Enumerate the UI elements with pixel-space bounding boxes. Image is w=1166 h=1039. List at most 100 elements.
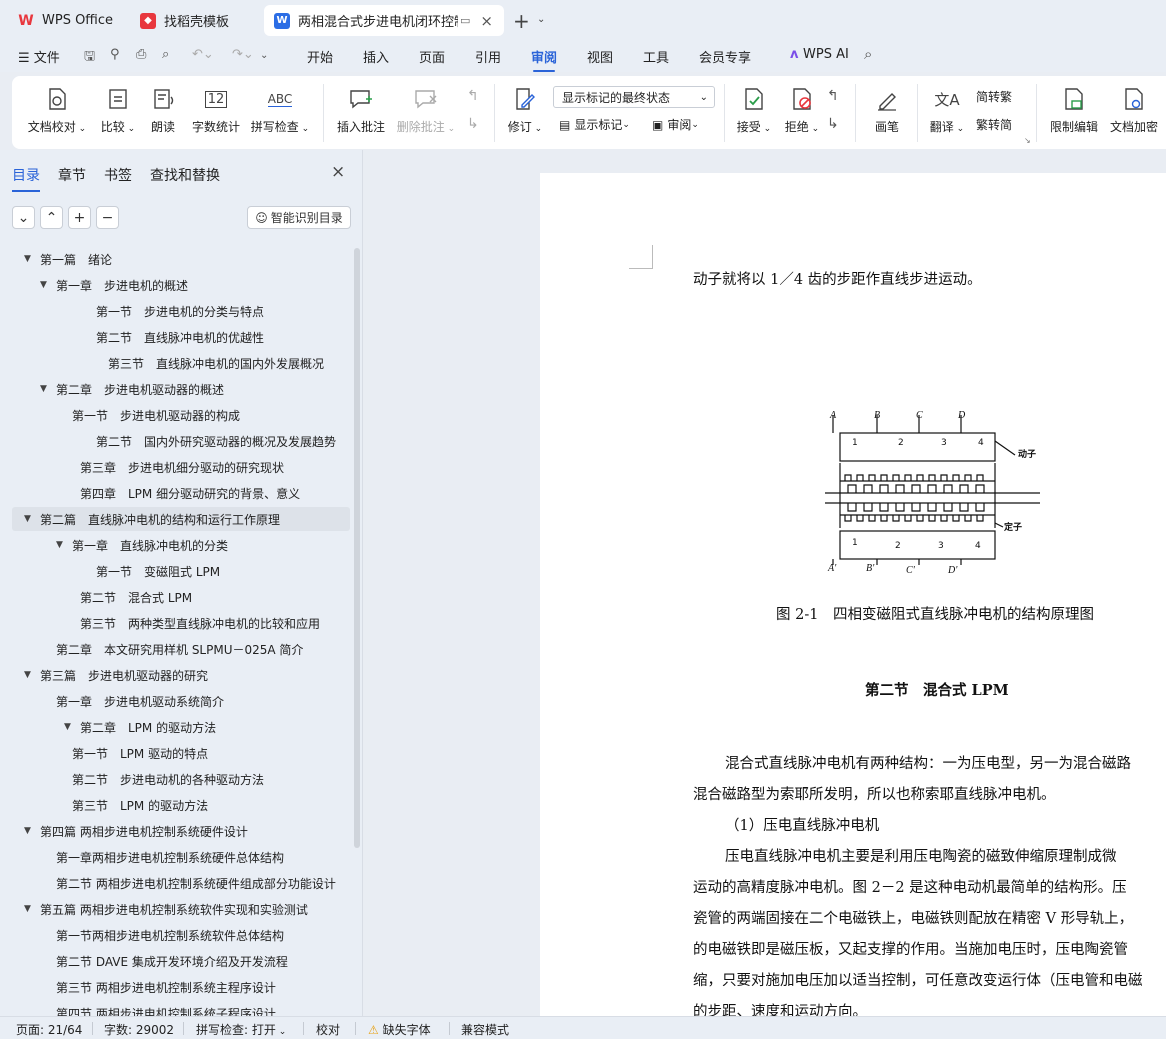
quick-access-chevron-icon[interactable]: ⌄ (260, 50, 268, 61)
toc-item[interactable]: 第一章两相步进电机控制系统硬件总体结构 (12, 845, 350, 869)
smart-toc-button[interactable]: ☺ 智能识别目录 (247, 206, 351, 229)
encrypt-document-button[interactable]: 文档加密 (1106, 76, 1162, 149)
toc-item[interactable]: 第三节 直线脉冲电机的国内外发展概况 (12, 351, 350, 375)
expand-arrow-icon[interactable]: ▼ (56, 540, 68, 550)
toc-item[interactable]: ▼ 第一章 直线脉冲电机的分类 (12, 533, 350, 557)
show-markup-button[interactable]: ▤ 显示标记 ⌄ (559, 116, 630, 133)
tab-wps-office[interactable]: W WPS Office (8, 5, 124, 36)
insert-comment-button[interactable]: 插入批注 (335, 76, 387, 149)
menu-membership[interactable]: 会员专享 (699, 47, 751, 66)
menu-insert[interactable]: 插入 (363, 47, 389, 66)
restrict-editing-button[interactable]: 限制编辑 (1046, 76, 1102, 149)
tab-current-document[interactable]: W 两相混合式步进电机闭环控制 ▭ × (264, 5, 504, 36)
toc-item[interactable]: 第二章 本文研究用样机 SLPMU－025A 简介 (12, 637, 350, 661)
expand-arrow-icon[interactable]: ▼ (24, 670, 36, 680)
toc-item[interactable]: ▼ 第二篇 直线脉冲电机的结构和运行工作原理 (12, 507, 350, 531)
expand-arrow-icon[interactable]: ▼ (40, 280, 52, 290)
toc-item[interactable]: 第三章 步进电机细分驱动的研究现状 (12, 455, 350, 479)
toc-item[interactable]: 第一节 步进电机的分类与特点 (12, 299, 350, 323)
print-icon[interactable]: ⎙ (136, 47, 146, 62)
menu-file[interactable]: ☰ 文件 (18, 47, 60, 66)
markup-state-select[interactable]: 显示标记的最终状态 ⌄ (553, 86, 715, 108)
tab-list-chevron-icon[interactable]: ⌄ (537, 14, 545, 25)
sidebar-scrollbar[interactable] (354, 248, 360, 848)
reject-button[interactable]: 拒绝 ⌄ (782, 76, 822, 149)
prev-comment-icon[interactable]: ↰ (467, 88, 479, 104)
collapse-down-button[interactable]: ⌄ (12, 206, 35, 229)
toc-item[interactable]: 第二节 直线脉冲电机的优越性 (12, 325, 350, 349)
remove-heading-button[interactable]: − (96, 206, 119, 229)
prev-change-icon[interactable]: ↰ (827, 88, 839, 104)
missing-font-status[interactable]: ⚠ 缺失字体 (368, 1021, 431, 1038)
word-count-status[interactable]: 字数: 29002 (104, 1021, 174, 1038)
proofread-status[interactable]: 校对 (316, 1021, 340, 1038)
expand-arrow-icon[interactable]: ▼ (24, 826, 36, 836)
spell-check-status[interactable]: 拼写检查: 打开 ⌄ (196, 1021, 286, 1038)
sidebar-tab-find-replace[interactable]: 查找和替换 (150, 165, 220, 185)
toc-item[interactable]: 第二节 两相步进电机控制系统硬件组成部分功能设计 (12, 871, 350, 895)
toc-item[interactable]: ▼ 第一章 步进电机的概述 (12, 273, 350, 297)
compare-button[interactable]: 比较 ⌄ (98, 76, 138, 149)
collapse-up-button[interactable]: ⌃ (40, 206, 63, 229)
menu-references[interactable]: 引用 (475, 47, 501, 66)
menu-review[interactable]: 审阅 (531, 47, 557, 72)
toc-item[interactable]: 第四节 两相步进电机控制系统子程序设计 (12, 1001, 350, 1017)
review-pane-button[interactable]: ▣ 审阅 ⌄ (652, 116, 699, 133)
sidebar-tab-bookmarks[interactable]: 书签 (104, 165, 132, 185)
toc-item[interactable]: 第一节 变磁阻式 LPM (12, 559, 350, 583)
sidebar-tab-chapters[interactable]: 章节 (58, 165, 86, 185)
menu-tools[interactable]: 工具 (643, 47, 669, 66)
toc-item[interactable]: ▼ 第一篇 绪论 (12, 247, 350, 271)
toc-item[interactable]: ▼ 第三篇 步进电机驱动器的研究 (12, 663, 350, 687)
delete-comment-button[interactable]: 删除批注 ⌄ (396, 76, 456, 149)
toc-item[interactable]: 第三节 两种类型直线脉冲电机的比较和应用 (12, 611, 350, 635)
toc-item[interactable]: ▼ 第五篇 两相步进电机控制系统软件实现和实验测试 (12, 897, 350, 921)
menu-wps-ai[interactable]: ᴧ WPS AI (790, 47, 849, 62)
read-aloud-button[interactable]: 朗读 (148, 76, 178, 149)
toc-item[interactable]: ▼ 第二章 步进电机驱动器的概述 (12, 377, 350, 401)
accept-button[interactable]: 接受 ⌄ (734, 76, 774, 149)
close-tab-icon[interactable]: × (480, 12, 493, 30)
toc-item[interactable]: ▼ 第二章 LPM 的驱动方法 (12, 715, 350, 739)
next-change-icon[interactable]: ↳ (827, 116, 839, 132)
toc-item[interactable]: 第二节 DAVE 集成开发环境介绍及开发流程 (12, 949, 350, 973)
expand-arrow-icon[interactable]: ▼ (40, 384, 52, 394)
toc-item[interactable]: ▼ 第四篇 两相步进电机控制系统硬件设计 (12, 819, 350, 843)
dialog-launcher-icon[interactable]: ↘ (1024, 136, 1031, 145)
translate-button[interactable]: 文A 翻译 ⌄ (926, 76, 968, 149)
add-heading-button[interactable]: + (68, 206, 91, 229)
undo-icon[interactable]: ↶⌄ (192, 47, 214, 62)
brush-button[interactable]: 画笔 (870, 76, 904, 149)
toc-item[interactable]: 第三节 LPM 的驱动方法 (12, 793, 350, 817)
expand-arrow-icon[interactable]: ▼ (24, 514, 36, 524)
menu-home[interactable]: 开始 (307, 47, 333, 66)
next-comment-icon[interactable]: ↳ (467, 116, 479, 132)
expand-arrow-icon[interactable]: ▼ (64, 722, 76, 732)
save-icon[interactable]: 🖫 (84, 47, 95, 69)
trad-to-simp-button[interactable]: 繁转简 (976, 116, 1012, 133)
expand-arrow-icon[interactable]: ▼ (24, 904, 36, 914)
redo-icon[interactable]: ↷⌄ (232, 47, 254, 62)
toc-item[interactable]: 第一节 LPM 驱动的特点 (12, 741, 350, 765)
print-preview-icon[interactable]: ⌕ (162, 47, 169, 62)
spell-check-button[interactable]: ABC 拼写检查 ⌄ (250, 76, 310, 149)
share-icon[interactable]: ⚲ (110, 47, 120, 62)
tab-docer-templates[interactable]: ◆ 找稻壳模板 (130, 5, 258, 36)
toc-item[interactable]: 第一章 步进电机驱动系统简介 (12, 689, 350, 713)
menu-view[interactable]: 视图 (587, 47, 613, 66)
simp-to-trad-button[interactable]: 简转繁 (976, 88, 1012, 105)
word-count-button[interactable]: 12 字数统计 (190, 76, 242, 149)
revise-button[interactable]: 修订 ⌄ (504, 76, 546, 149)
expand-arrow-icon[interactable]: ▼ (24, 254, 36, 264)
toc-item[interactable]: 第一节 步进电机驱动器的构成 (12, 403, 350, 427)
toc-item[interactable]: 第二节 国内外研究驱动器的概况及发展趋势 (12, 429, 350, 453)
menu-page[interactable]: 页面 (419, 47, 445, 66)
sidebar-tab-toc[interactable]: 目录 (12, 165, 40, 192)
toc-item[interactable]: 第三节 两相步进电机控制系统主程序设计 (12, 975, 350, 999)
doc-check-button[interactable]: 文档校对 ⌄ (28, 76, 86, 149)
toc-item[interactable]: 第一节两相步进电机控制系统软件总体结构 (12, 923, 350, 947)
close-pane-icon[interactable]: × (331, 162, 345, 182)
toc-item[interactable]: 第二节 步进电动机的各种驱动方法 (12, 767, 350, 791)
search-icon[interactable]: ⌕ (864, 45, 872, 63)
toc-item[interactable]: 第二节 混合式 LPM (12, 585, 350, 609)
